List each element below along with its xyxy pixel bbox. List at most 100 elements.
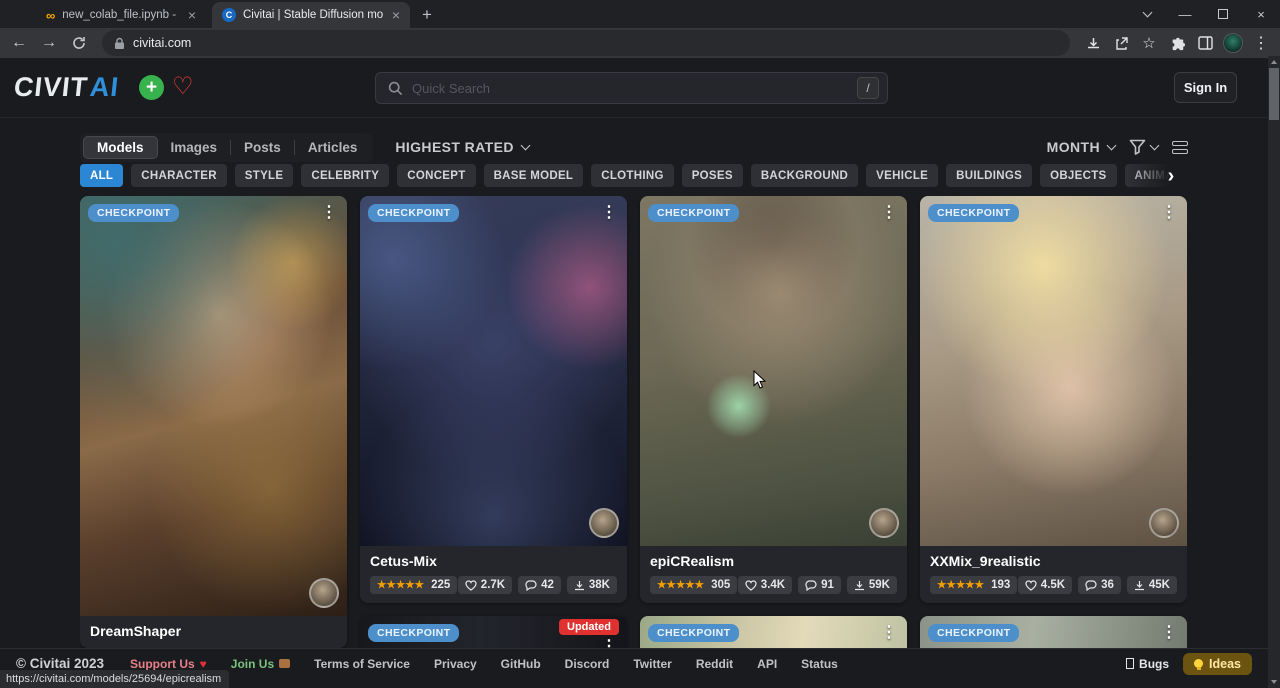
card-menu-button[interactable]: ⋮ [1155, 620, 1183, 644]
model-card-cetus-mix[interactable]: CHECKPOINT ⋮ Cetus-Mix ★★★★★225 2.7K 42 … [360, 196, 627, 603]
chevron-down-icon [1107, 140, 1117, 150]
support-heart-icon[interactable]: ♡ [172, 72, 194, 101]
model-preview-image: CHECKPOINT ⋮ [80, 196, 347, 616]
new-tab-button[interactable]: + [410, 2, 444, 28]
period-dropdown[interactable]: MONTH [1047, 139, 1115, 155]
scroll-up-arrow[interactable] [1271, 60, 1277, 64]
download-icon [1134, 580, 1145, 591]
downloads-pill: 59K [847, 576, 897, 594]
category-chip[interactable]: CELEBRITY [301, 164, 389, 187]
forward-button[interactable]: → [36, 30, 62, 56]
footer-link-reddit[interactable]: Reddit [696, 657, 733, 671]
back-button[interactable]: ← [6, 30, 32, 56]
bugs-button[interactable]: Bugs [1126, 657, 1169, 671]
ideas-button[interactable]: Ideas [1183, 653, 1252, 675]
browser-menu-button[interactable]: ⋮ [1248, 30, 1274, 56]
footer-link-join[interactable]: Join Us [231, 657, 290, 671]
close-window-button[interactable]: × [1242, 0, 1280, 28]
browser-tab-colab[interactable]: ∞ new_colab_file.ipynb - Colaborat × [36, 2, 206, 28]
likes-count: 4.5K [1041, 579, 1065, 591]
comment-icon [1085, 580, 1097, 591]
search-input[interactable]: Quick Search / [375, 72, 888, 104]
category-chip[interactable]: CHARACTER [131, 164, 227, 187]
tab-search-button[interactable] [1128, 0, 1166, 28]
footer-link-terms[interactable]: Terms of Service [314, 657, 410, 671]
footer-link-twitter[interactable]: Twitter [633, 657, 671, 671]
footer-link-support[interactable]: Support Us♥ [130, 657, 207, 671]
likes-count: 2.7K [481, 579, 505, 591]
minimize-button[interactable]: — [1166, 0, 1204, 28]
card-menu-button[interactable]: ⋮ [875, 200, 903, 224]
categories-scroll-next-button[interactable]: › [1160, 165, 1182, 187]
downloads-pill: 38K [567, 576, 617, 594]
download-icon [574, 580, 585, 591]
model-card-partial[interactable]: CHECKPOINT Updated ⋮ [360, 616, 627, 648]
layout-toggle-button[interactable] [1172, 141, 1188, 154]
download-button[interactable] [1080, 30, 1106, 56]
category-chip[interactable]: BASE MODEL [484, 164, 584, 187]
footer-link-privacy[interactable]: Privacy [434, 657, 477, 671]
card-menu-button[interactable]: ⋮ [595, 634, 623, 648]
category-filter-row: ALL CHARACTER STYLE CELEBRITY CONCEPT BA… [80, 164, 1188, 188]
share-button[interactable] [1108, 30, 1134, 56]
creator-avatar[interactable] [869, 508, 899, 538]
tab-images[interactable]: Images [158, 137, 231, 158]
model-card-dreamshaper[interactable]: CHECKPOINT ⋮ DreamShaper [80, 196, 347, 648]
browser-profile-avatar[interactable] [1220, 30, 1246, 56]
category-chip[interactable]: OBJECTS [1040, 164, 1116, 187]
creator-avatar[interactable] [1149, 508, 1179, 538]
downloads-count: 38K [589, 579, 610, 591]
tab-models[interactable]: Models [83, 136, 158, 159]
model-card-partial[interactable]: CHECKPOINT ⋮ [640, 616, 907, 648]
bookmark-button[interactable]: ☆ [1136, 30, 1162, 56]
extensions-button[interactable] [1164, 30, 1190, 56]
civitai-logo[interactable]: CIVITAI [12, 72, 120, 103]
chevron-down-icon [520, 140, 530, 150]
card-menu-button[interactable]: ⋮ [875, 620, 903, 644]
page-scrollbar[interactable] [1268, 56, 1280, 688]
tab-articles[interactable]: Articles [295, 137, 371, 158]
scroll-down-arrow[interactable] [1271, 680, 1277, 684]
copyright-text: © Civitai 2023 [16, 656, 104, 671]
footer-link-status[interactable]: Status [801, 657, 838, 671]
model-type-badge: CHECKPOINT [928, 624, 1019, 642]
card-menu-button[interactable]: ⋮ [1155, 200, 1183, 224]
download-icon [854, 580, 865, 591]
tab-posts[interactable]: Posts [231, 137, 294, 158]
close-icon[interactable]: × [186, 8, 198, 22]
civitai-favicon: C [222, 8, 236, 22]
card-menu-button[interactable]: ⋮ [315, 200, 343, 224]
scrollbar-thumb[interactable] [1269, 68, 1279, 120]
model-card-partial[interactable]: CHECKPOINT ⋮ [920, 616, 1187, 648]
category-chip[interactable]: CLOTHING [591, 164, 673, 187]
footer-link-discord[interactable]: Discord [565, 657, 610, 671]
creator-avatar[interactable] [309, 578, 339, 608]
reload-button[interactable] [66, 30, 92, 56]
category-chip[interactable]: BUILDINGS [946, 164, 1032, 187]
creator-avatar[interactable] [589, 508, 619, 538]
model-type-badge: CHECKPOINT [648, 624, 739, 642]
filter-dropdown[interactable] [1129, 139, 1158, 155]
create-button[interactable]: + [139, 75, 164, 100]
maximize-button[interactable] [1204, 0, 1242, 28]
comments-pill: 42 [518, 576, 561, 594]
sort-dropdown[interactable]: HIGHEST RATED [395, 139, 529, 155]
browser-tab-civitai[interactable]: C Civitai | Stable Diffusion models, × [212, 2, 410, 28]
period-label: MONTH [1047, 139, 1100, 155]
footer-link-api[interactable]: API [757, 657, 777, 671]
category-chip[interactable]: CONCEPT [397, 164, 475, 187]
category-chip[interactable]: STYLE [235, 164, 294, 187]
avatar [1223, 33, 1243, 53]
model-card-epicrealism[interactable]: CHECKPOINT ⋮ epiCRealism ★★★★★305 3.4K 9… [640, 196, 907, 603]
address-bar[interactable]: civitai.com [102, 30, 1070, 56]
footer-link-github[interactable]: GitHub [501, 657, 541, 671]
side-panel-button[interactable] [1192, 30, 1218, 56]
sign-in-button[interactable]: Sign In [1174, 72, 1237, 103]
category-chip[interactable]: POSES [682, 164, 743, 187]
category-chip[interactable]: BACKGROUND [751, 164, 858, 187]
category-chip-all[interactable]: ALL [80, 164, 123, 187]
model-card-xxmix[interactable]: CHECKPOINT ⋮ XXMix_9realistic ★★★★★193 4… [920, 196, 1187, 603]
category-chip[interactable]: VEHICLE [866, 164, 938, 187]
card-menu-button[interactable]: ⋮ [595, 200, 623, 224]
close-icon[interactable]: × [390, 8, 402, 22]
